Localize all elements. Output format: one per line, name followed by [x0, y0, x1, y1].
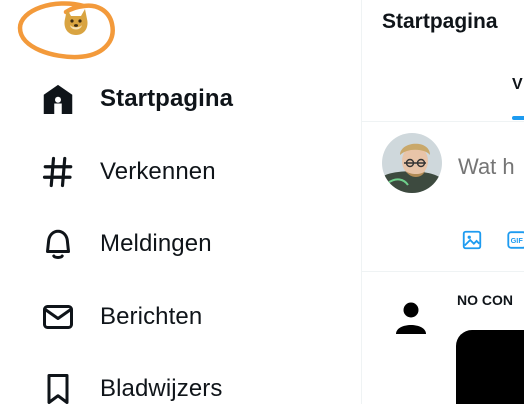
sidebar: Startpagina Verkennen Meldingen Berichte… [0, 0, 362, 404]
sidebar-item-label: Meldingen [100, 230, 212, 257]
home-icon [40, 80, 78, 118]
separator [362, 121, 524, 122]
post-media[interactable] [456, 330, 524, 404]
tab-voor-jou[interactable]: V [512, 76, 523, 94]
user-avatar[interactable] [382, 133, 442, 193]
logo-home-link[interactable] [14, 0, 120, 62]
sidebar-item-label: Berichten [100, 303, 203, 330]
compose-input[interactable] [458, 150, 524, 184]
sidebar-item-startpagina[interactable]: Startpagina [40, 74, 233, 124]
image-icon[interactable] [461, 229, 483, 251]
sidebar-item-label: Verkennen [100, 158, 216, 185]
app-window: Startpagina Verkennen Meldingen Berichte… [0, 0, 524, 404]
post-author-name[interactable]: NO CON [457, 292, 513, 308]
page-title: Startpagina [382, 10, 498, 33]
sidebar-item-bladwijzers[interactable]: Bladwijzers [40, 364, 222, 404]
gif-icon[interactable]: GIF [506, 229, 524, 251]
bell-icon [40, 225, 78, 263]
envelope-icon [40, 298, 78, 336]
sidebar-item-label: Bladwijzers [100, 375, 223, 402]
active-tab-indicator [512, 116, 524, 120]
bookmark-icon [40, 370, 78, 404]
hashtag-icon [40, 153, 78, 191]
sidebar-item-berichten[interactable]: Berichten [40, 292, 202, 342]
main-timeline: Startpagina V Wat h GIF NO CON [362, 0, 524, 404]
doge-logo-icon [64, 9, 88, 35]
default-avatar-icon[interactable] [390, 296, 432, 338]
sidebar-item-verkennen[interactable]: Verkennen [40, 147, 216, 197]
separator [362, 271, 524, 272]
svg-text:GIF: GIF [511, 236, 524, 245]
sidebar-item-label: Startpagina [100, 85, 234, 112]
sidebar-item-meldingen[interactable]: Meldingen [40, 219, 212, 269]
